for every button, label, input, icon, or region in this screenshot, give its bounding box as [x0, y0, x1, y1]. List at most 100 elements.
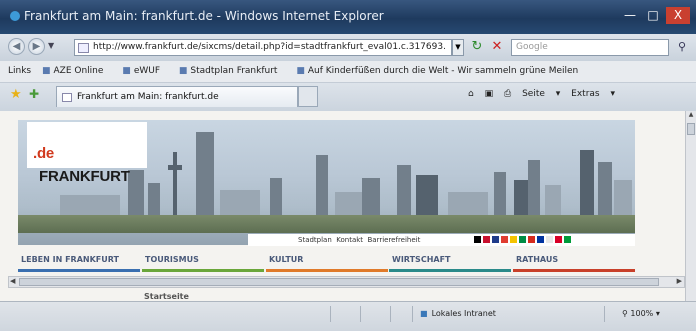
logo-main: FRANKFURT [39, 168, 130, 185]
horizontal-scrollbar[interactable]: ◀ ▶ [8, 276, 685, 288]
home-icon[interactable]: ⌂ [468, 89, 474, 99]
skyline-building [196, 132, 214, 217]
flag-icon[interactable] [546, 236, 553, 243]
address-bar[interactable]: http://www.frankfurt.de/sixcms/detail.ph… [74, 39, 452, 56]
util-link-kontakt[interactable]: Kontakt [336, 236, 363, 244]
scroll-right-icon[interactable]: ▶ [677, 277, 682, 285]
favorite-link-icon: ■ [296, 66, 305, 76]
minimize-icon[interactable]: — [620, 7, 640, 24]
scroll-up-icon[interactable]: ▲ [686, 111, 696, 123]
refresh-icon[interactable]: ↻ [468, 39, 486, 56]
status-divider [412, 306, 413, 322]
favorite-link-label: AZE Online [53, 66, 104, 76]
skyline-building [220, 190, 260, 217]
links-label: Links [8, 66, 32, 76]
flag-icon[interactable] [474, 236, 481, 243]
nav-leben-in-frankfurt[interactable]: LEBEN IN FRANKFURT [18, 252, 141, 272]
skyline-building [362, 178, 380, 217]
flag-icon[interactable] [537, 236, 544, 243]
skyline-building [148, 183, 160, 217]
favorite-link-stadtplan[interactable]: ■ Stadtplan Frankfurt [179, 66, 286, 76]
scrollbar-thumb[interactable] [19, 278, 659, 286]
scroll-left-icon[interactable]: ◀ [10, 277, 15, 285]
window-titlebar: Frankfurt am Main: frankfurt.de - Window… [0, 0, 696, 34]
favorite-link-label: Auf Kinderfüßen durch die Welt - Wir sam… [307, 66, 579, 76]
close-button[interactable]: X [666, 7, 690, 24]
security-zone[interactable]: ■ Lokales Intranet [420, 309, 496, 318]
favorite-link-aze[interactable]: ■ AZE Online [42, 66, 111, 76]
window-controls: — □ X [620, 7, 690, 24]
skyline-building [397, 165, 411, 217]
maximize-icon[interactable]: □ [643, 7, 663, 24]
nav-tourismus[interactable]: TOURISMUS [142, 252, 265, 272]
vertical-scrollbar[interactable]: ▲ [685, 111, 696, 301]
feeds-icon[interactable]: ▣ [485, 89, 494, 99]
flag-icon[interactable] [483, 236, 490, 243]
favorite-link-icon: ■ [178, 66, 188, 76]
status-divider [390, 306, 391, 322]
page-menu-label: Seite [522, 89, 545, 99]
flag-icon[interactable] [564, 236, 571, 243]
skyline-building [614, 180, 632, 217]
tools-menu[interactable]: Extras ▾ [571, 89, 615, 99]
nav-rathaus[interactable]: RATHAUS [513, 252, 636, 272]
favorite-link-kinderfuessen[interactable]: ■ Auf Kinderfüßen durch die Welt - Wir sa… [296, 66, 586, 76]
util-link-barrierefreiheit[interactable]: Barrierefreiheit [367, 236, 420, 244]
address-text: http://www.frankfurt.de/sixcms/detail.ph… [93, 42, 446, 52]
skyline-building [528, 160, 540, 217]
zoom-level[interactable]: ⚲ 100% ▾ [622, 309, 660, 318]
nav-kultur[interactable]: KULTUR [266, 252, 389, 272]
site-logo[interactable]: FRANKFURT .de [27, 122, 147, 185]
logo-suffix: .de [33, 145, 55, 162]
tab-frankfurt[interactable]: Frankfurt am Main: frankfurt.de [56, 86, 298, 107]
page-menu[interactable]: Seite ▾ [522, 89, 560, 99]
status-divider [330, 306, 331, 322]
nav-color-bar [18, 269, 140, 272]
favorite-link-ewuf[interactable]: ■ eWUF [122, 66, 168, 76]
flag-icon[interactable] [519, 236, 526, 243]
flag-icon[interactable] [528, 236, 535, 243]
utility-links: Stadtplan Kontakt Barrierefreiheit [248, 234, 635, 246]
util-link-stadtplan[interactable]: Stadtplan [298, 236, 332, 244]
skyline-building [128, 170, 144, 217]
flag-icon[interactable] [501, 236, 508, 243]
window-title: Frankfurt am Main: frankfurt.de - Window… [24, 9, 384, 23]
forward-arrow-icon[interactable]: ▶ [28, 38, 45, 55]
zoom-label: 100% [630, 309, 654, 318]
new-tab-button[interactable] [298, 86, 318, 107]
favorites-star-icon[interactable]: ★ [10, 87, 22, 102]
scrollbar-thumb[interactable] [687, 123, 695, 135]
tv-tower [173, 152, 177, 217]
address-dropdown-icon[interactable]: ▼ [452, 39, 464, 56]
favorite-link-label: Stadtplan Frankfurt [190, 66, 278, 76]
print-icon[interactable]: ⎙ [504, 89, 511, 99]
tools-menu-label: Extras [571, 89, 600, 99]
skyline-building [598, 162, 612, 217]
breadcrumb[interactable]: Startseite [144, 292, 189, 301]
add-favorites-icon[interactable]: ✚ [29, 87, 39, 101]
flag-icon[interactable] [555, 236, 562, 243]
nav-label: RATHAUS [516, 255, 559, 264]
flag-icon[interactable] [492, 236, 499, 243]
skyline-building [514, 180, 528, 217]
nav-color-bar [142, 269, 264, 272]
nav-wirtschaft[interactable]: WIRTSCHAFT [389, 252, 512, 272]
search-icon[interactable]: ⚲ [672, 39, 692, 56]
back-arrow-icon[interactable]: ◀ [8, 38, 25, 55]
nav-label: KULTUR [269, 255, 304, 264]
zone-label: Lokales Intranet [431, 309, 496, 318]
flag-icon[interactable] [510, 236, 517, 243]
skyline-building [545, 185, 561, 217]
skyline-building [448, 192, 488, 217]
favorite-link-icon: ■ [122, 66, 131, 76]
intranet-zone-icon: ■ [420, 309, 428, 318]
skyline-building [270, 178, 282, 217]
skyline-building [316, 155, 328, 217]
nav-label: WIRTSCHAFT [392, 255, 451, 264]
favorites-bar: Links ■ AZE Online ■ eWUF ■ Stadtplan Frank… [0, 61, 696, 83]
recent-pages-dropdown[interactable]: ▼ [48, 41, 54, 50]
search-input[interactable]: Google [511, 39, 669, 56]
nav-label: TOURISMUS [145, 255, 199, 264]
stop-icon[interactable]: ✕ [488, 39, 506, 56]
nav-color-bar [266, 269, 388, 272]
